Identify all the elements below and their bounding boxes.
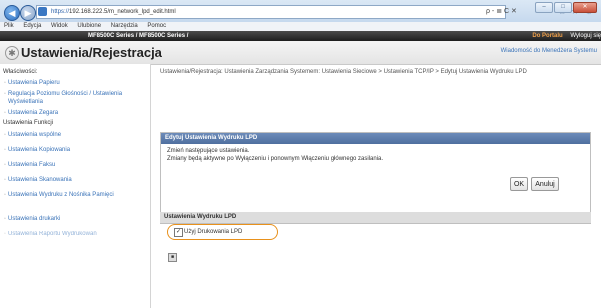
page-header: ✱ Ustawienia/Rejestracja Wiadomość do Me… <box>0 41 601 65</box>
menu-view[interactable]: Widok <box>51 23 68 29</box>
instruction-line-2: Zmiany będą aktywne po Wyłączeniu i pono… <box>167 156 384 162</box>
cancel-button[interactable]: Anuluj <box>531 177 559 191</box>
sidebar-item-common[interactable]: ▫ Ustawienia wspólne <box>4 131 149 139</box>
settings-panel-title: Ustawienia Wydruku LPD <box>160 212 591 224</box>
settings-icon: ✱ <box>5 46 19 60</box>
sidebar-item-paper[interactable]: ▫ Ustawienia Papieru <box>4 79 149 87</box>
title-bar: ◀ ▶ https://192.168.222.5/m_network_lpd_… <box>0 0 601 22</box>
portal-link[interactable]: Do Portalu <box>532 33 562 39</box>
sidebar-section-properties: Właściwości: <box>3 69 38 75</box>
menu-help[interactable]: Pomoc <box>147 23 166 29</box>
use-lpd-label: Użyj Drukowania LPD <box>184 229 243 235</box>
mail-admin-link[interactable]: Wiadomość do Menedżera Systemu <box>501 48 597 54</box>
sidebar-item-memory-print[interactable]: ▫ Ustawienia Wydruku z Nośnika Pamięci <box>4 191 149 199</box>
device-bar: MF8500C Series / MF8500C Series / Do Por… <box>0 31 601 41</box>
main-content: Ustawienia/Rejestracja: Ustawienia Zarzą… <box>160 64 601 308</box>
page-title: Ustawienia/Rejestracja <box>21 45 162 60</box>
instruction-line-1: Zmień następujące ustawienia. <box>167 148 250 154</box>
menu-bar: Plik Edycja Widok Ulubione Narzędzia Pom… <box>0 22 601 31</box>
back-icon[interactable]: ◀ <box>4 5 20 21</box>
menu-tools[interactable]: Narzędzia <box>111 23 138 29</box>
ok-button[interactable]: OK <box>510 177 528 191</box>
forward-icon[interactable]: ▶ <box>20 5 36 21</box>
edit-panel: Edytuj Ustawienia Wydruku LPD Zmień nast… <box>160 132 591 220</box>
instructions: Zmień następujące ustawienia. Zmiany będ… <box>161 144 590 166</box>
sidebar-item-printer[interactable]: ▫ Ustawienia drukarki <box>4 215 149 223</box>
close-icon[interactable]: ✕ <box>573 2 597 13</box>
sidebar: Właściwości: ▫ Ustawienia Papieru ▫ Regula… <box>0 64 151 308</box>
sidebar-item-copy[interactable]: ▫ Ustawienia Kopiowania <box>4 146 149 154</box>
sidebar-item-clock[interactable]: ▫ Ustawienia Zegara <box>4 109 149 117</box>
device-model: MF8500C Series / MF8500C Series / <box>88 33 189 39</box>
expand-icon[interactable]: ■ <box>168 253 177 262</box>
sidebar-item-fax[interactable]: ▫ Ustawienia Faksu <box>4 161 149 169</box>
menu-favorites[interactable]: Ulubione <box>77 23 101 29</box>
site-icon <box>38 7 47 16</box>
sidebar-item-volume-display[interactable]: ▫ Regulacja Poziomu Głośności / Ustawieni… <box>4 90 149 106</box>
sidebar-item-scan[interactable]: ▫ Ustawienia Skanowania <box>4 176 149 184</box>
menu-file[interactable]: Plik <box>4 23 14 29</box>
browser-window: ◀ ▶ https://192.168.222.5/m_network_lpd_… <box>0 0 601 308</box>
address-bar[interactable]: https://192.168.222.5/m_network_lpd_edit… <box>36 5 506 19</box>
sidebar-section-functions: Ustawienia Funkcji <box>3 120 54 126</box>
breadcrumb: Ustawienia/Rejestracja: Ustawienia Zarzą… <box>160 69 527 75</box>
address-tools[interactable]: ρ - ≣ C ✕ <box>486 5 517 19</box>
minimize-icon[interactable]: – <box>535 2 553 13</box>
maximize-icon[interactable]: □ <box>554 2 572 13</box>
window-controls: – □ ✕ <box>535 2 597 13</box>
use-lpd-checkbox[interactable]: ✓ <box>174 228 183 237</box>
edit-panel-title: Edytuj Ustawienia Wydruku LPD <box>161 133 590 144</box>
menu-edit[interactable]: Edycja <box>23 23 41 29</box>
sidebar-item-print-report[interactable]: ▫ Ustawienia Raportu Wydrukowań <box>4 230 149 238</box>
logout-link[interactable]: Wyloguj się <box>570 33 601 39</box>
device-links: Do Portalu Wyloguj się <box>532 31 601 41</box>
use-lpd-highlight: ✓ Użyj Drukowania LPD <box>167 224 278 240</box>
